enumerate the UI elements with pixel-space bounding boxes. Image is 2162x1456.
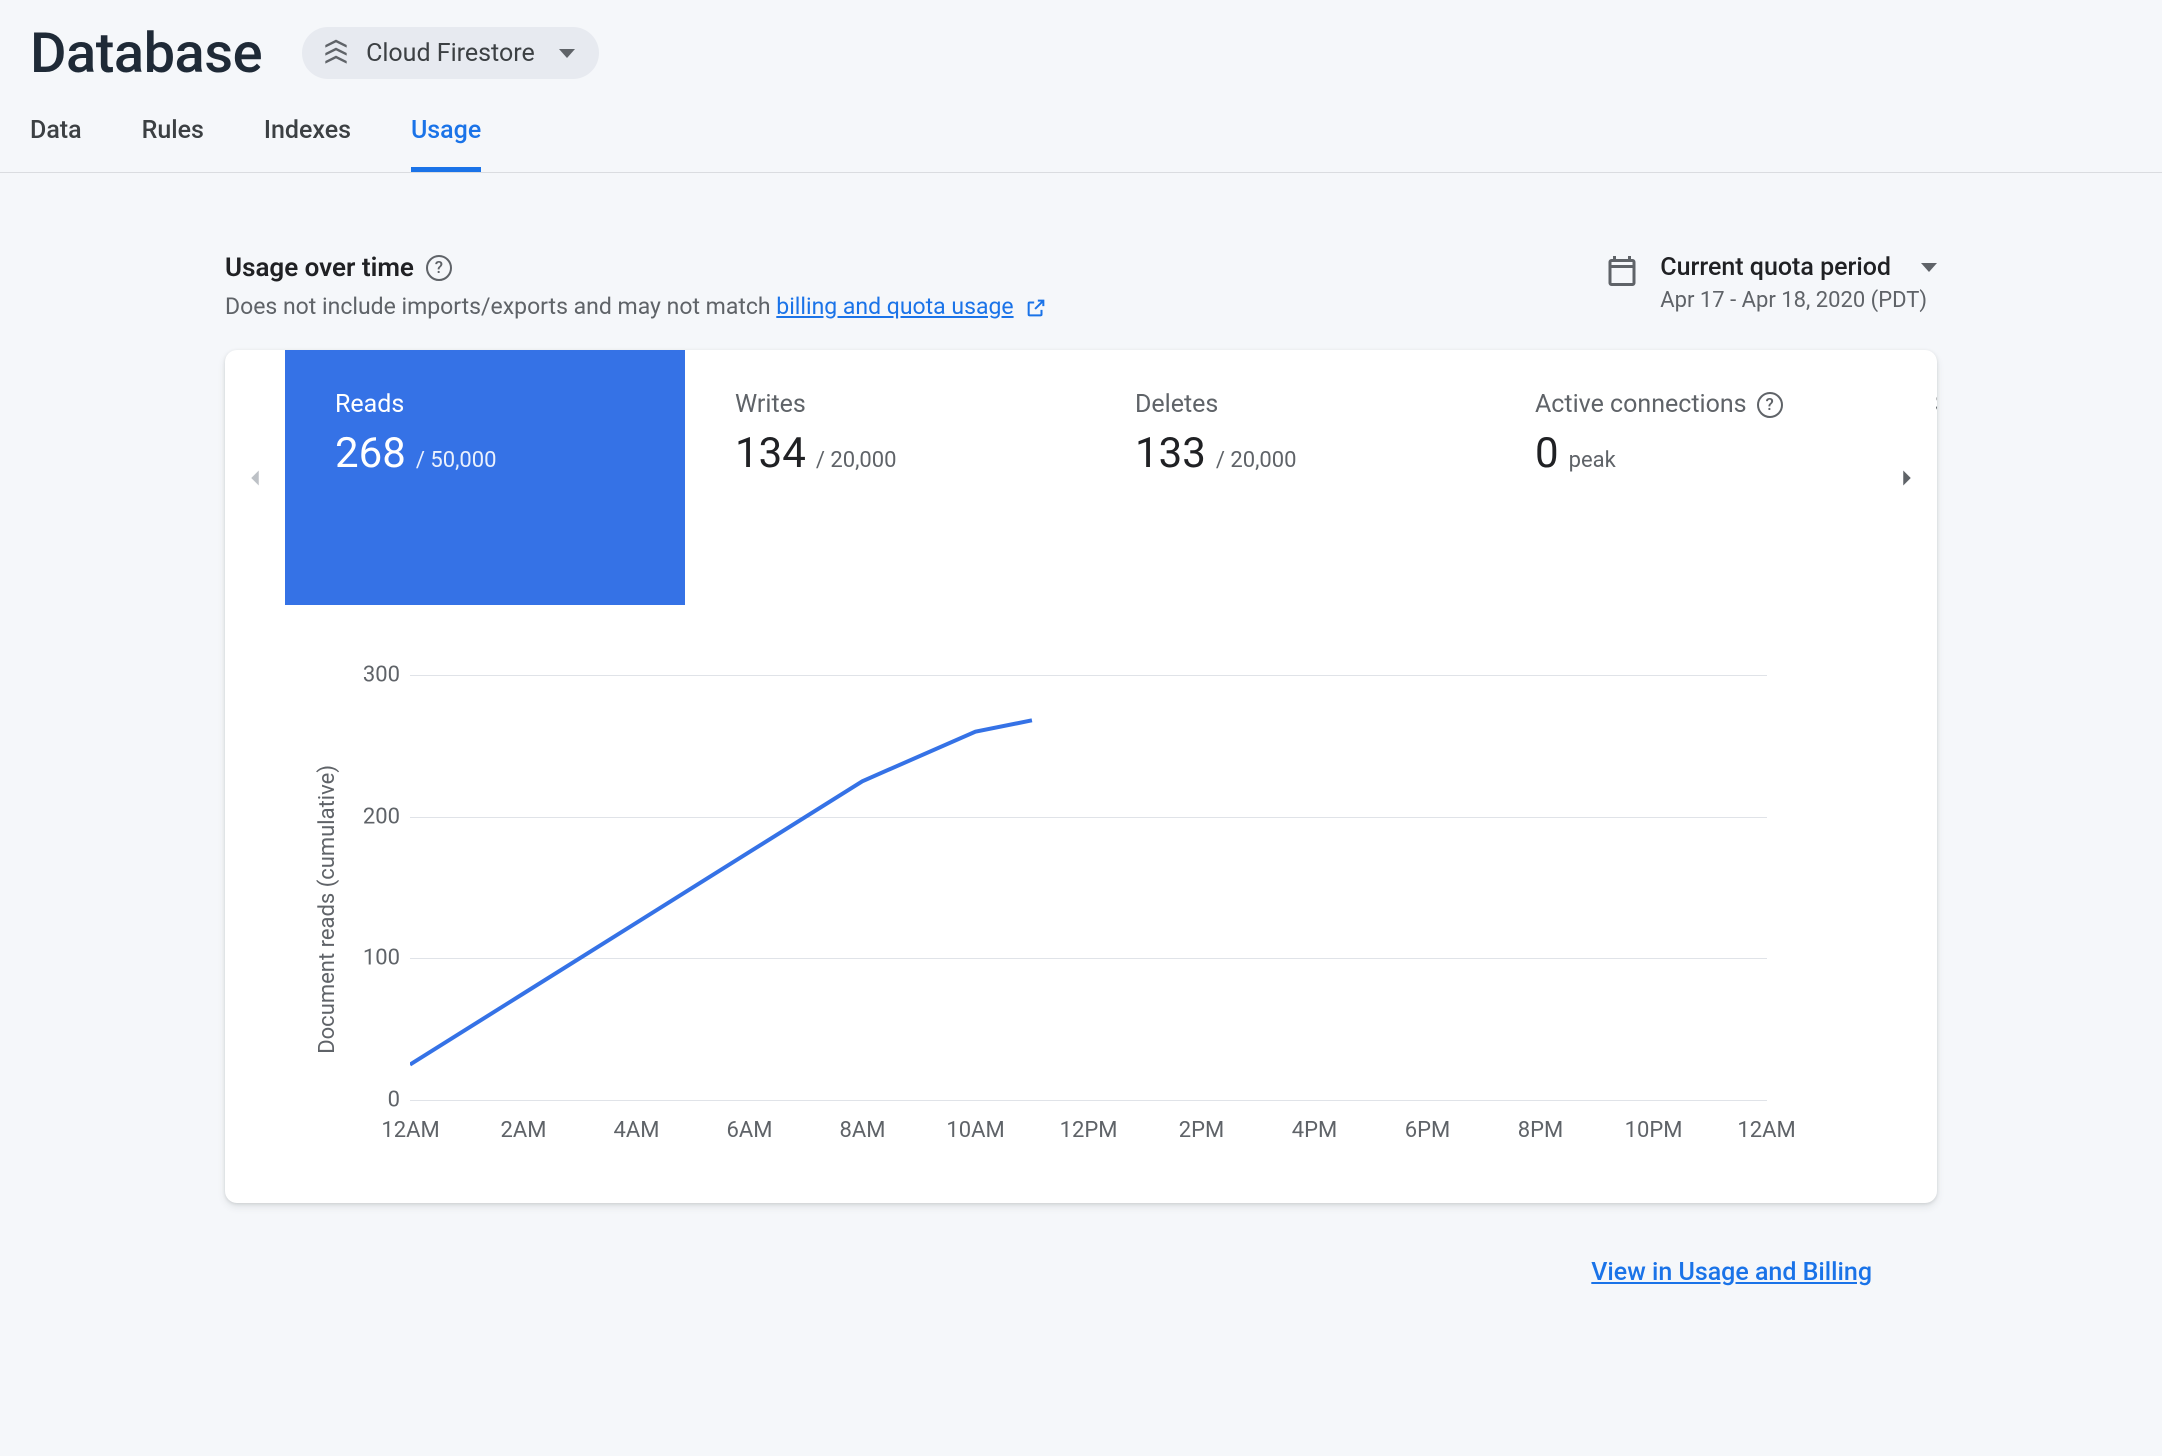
metric-quota: / 50,000 bbox=[416, 448, 497, 473]
metric-quota: / 20,000 bbox=[816, 448, 897, 473]
metric-quota: / 20,000 bbox=[1216, 448, 1297, 473]
database-selector-label: Cloud Firestore bbox=[366, 39, 535, 68]
metric-name: Snapshot listeners bbox=[1935, 390, 1937, 419]
period-label: Current quota period bbox=[1660, 253, 1891, 282]
metric-tile-deletes[interactable]: Deletes 133 / 20,000 bbox=[1085, 350, 1485, 605]
grid-line bbox=[410, 1100, 1767, 1101]
help-icon[interactable]: ? bbox=[1757, 392, 1783, 418]
firestore-icon bbox=[320, 37, 352, 69]
usage-card: Reads268/ 50,000Writes134/ 20,000Deletes… bbox=[225, 350, 1937, 1203]
y-tick: 200 bbox=[345, 804, 400, 829]
chart-line bbox=[410, 720, 1032, 1064]
period-date-range: Apr 17 - Apr 18, 2020 (PDT) bbox=[1660, 288, 1937, 313]
period-picker[interactable]: Current quota period Apr 17 - Apr 18, 20… bbox=[1604, 253, 1937, 313]
metric-name: Active connections? bbox=[1535, 390, 1855, 419]
x-tick: 10AM bbox=[975, 1118, 976, 1143]
x-tick: 12AM bbox=[1766, 1118, 1767, 1143]
chart-y-axis-label: Document reads (cumulative) bbox=[315, 765, 340, 1054]
metrics-prev-button[interactable] bbox=[235, 458, 275, 498]
metric-name: Deletes bbox=[1135, 390, 1455, 419]
tab-usage[interactable]: Usage bbox=[411, 116, 481, 172]
x-tick: 4AM bbox=[636, 1118, 637, 1143]
database-selector[interactable]: Cloud Firestore bbox=[302, 27, 599, 79]
x-tick: 6AM bbox=[749, 1118, 750, 1143]
usage-title: Usage over time bbox=[225, 253, 414, 283]
chevron-down-icon bbox=[559, 49, 575, 58]
external-link-icon bbox=[1025, 297, 1047, 319]
help-icon[interactable]: ? bbox=[426, 255, 452, 281]
x-tick: 12PM bbox=[1088, 1118, 1089, 1143]
tabs: Data Rules Indexes Usage bbox=[0, 86, 2162, 173]
x-tick: 8PM bbox=[1540, 1118, 1541, 1143]
tab-rules[interactable]: Rules bbox=[142, 116, 204, 172]
view-usage-billing-link[interactable]: View in Usage and Billing bbox=[1591, 1258, 1872, 1287]
metric-value: 0 bbox=[1535, 429, 1559, 478]
x-tick: 2PM bbox=[1201, 1118, 1202, 1143]
y-tick: 100 bbox=[345, 946, 400, 971]
x-tick: 2AM bbox=[523, 1118, 524, 1143]
x-tick: 12AM bbox=[410, 1118, 411, 1143]
metric-value: 268 bbox=[335, 429, 406, 478]
tab-data[interactable]: Data bbox=[30, 116, 82, 172]
tab-indexes[interactable]: Indexes bbox=[264, 116, 351, 172]
metric-tile-active-connections[interactable]: Active connections? 0 peak bbox=[1485, 350, 1885, 605]
metric-tile-writes[interactable]: Writes 134 / 20,000 bbox=[685, 350, 1085, 605]
page-title: Database bbox=[30, 20, 262, 86]
metric-tile-reads[interactable]: Reads 268 / 50,000 bbox=[285, 350, 685, 605]
metric-value: 134 bbox=[735, 429, 806, 478]
chart-plot: 0100200300 bbox=[410, 675, 1767, 1100]
metric-name: Reads bbox=[335, 390, 655, 419]
calendar-icon bbox=[1604, 253, 1640, 289]
usage-subtitle-text: Does not include imports/exports and may… bbox=[225, 293, 776, 320]
metric-name: Writes bbox=[735, 390, 1055, 419]
metrics-next-button[interactable] bbox=[1887, 458, 1927, 498]
x-tick: 6PM bbox=[1427, 1118, 1428, 1143]
metric-value: 0 bbox=[1935, 429, 1937, 478]
metric-quota: peak bbox=[1569, 448, 1616, 473]
x-tick: 8AM bbox=[862, 1118, 863, 1143]
y-tick: 300 bbox=[345, 663, 400, 688]
x-tick: 10PM bbox=[1653, 1118, 1654, 1143]
y-tick: 0 bbox=[345, 1088, 400, 1113]
x-tick: 4PM bbox=[1314, 1118, 1315, 1143]
metric-value: 133 bbox=[1135, 429, 1206, 478]
chevron-down-icon bbox=[1921, 263, 1937, 272]
usage-subtitle: Does not include imports/exports and may… bbox=[225, 293, 1047, 320]
billing-quota-link[interactable]: billing and quota usage bbox=[776, 293, 1013, 320]
